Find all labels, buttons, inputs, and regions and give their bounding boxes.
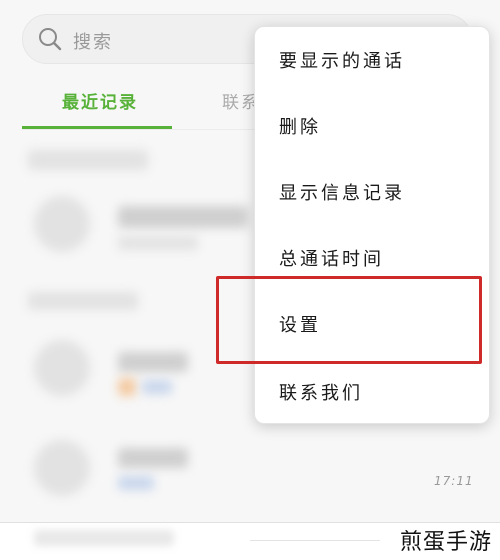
menu-item-contact-us[interactable]: 联系我们	[255, 359, 489, 423]
menu-item-delete[interactable]: 删除	[255, 93, 489, 159]
search-input[interactable]: 搜索	[73, 28, 113, 54]
divider	[0, 522, 500, 523]
status-badge	[142, 380, 172, 394]
list-item	[34, 530, 174, 546]
search-icon	[37, 26, 63, 52]
status-icon	[118, 378, 136, 396]
list-item[interactable]	[118, 206, 248, 228]
avatar	[34, 196, 90, 252]
list-item[interactable]	[118, 448, 188, 468]
menu-item-calls-to-display[interactable]: 要显示的通话	[255, 27, 489, 93]
list-item[interactable]	[118, 352, 188, 372]
divider	[250, 540, 380, 541]
menu-item-total-call-time[interactable]: 总通话时间	[255, 225, 489, 291]
list-item-subtitle	[118, 236, 198, 250]
menu-item-show-message-log[interactable]: 显示信息记录	[255, 159, 489, 225]
context-menu: 要显示的通话 删除 显示信息记录 总通话时间 设置 联系我们	[254, 26, 490, 424]
status-badge	[118, 476, 154, 490]
section-header	[28, 292, 138, 310]
timestamp: 17:11	[434, 474, 474, 488]
avatar	[34, 440, 90, 496]
menu-item-settings[interactable]: 设置	[255, 291, 489, 357]
watermark: 煎蛋手游	[399, 530, 492, 555]
section-header	[28, 150, 148, 170]
avatar	[34, 340, 90, 396]
tab-recent[interactable]: 最近记录	[62, 88, 138, 113]
